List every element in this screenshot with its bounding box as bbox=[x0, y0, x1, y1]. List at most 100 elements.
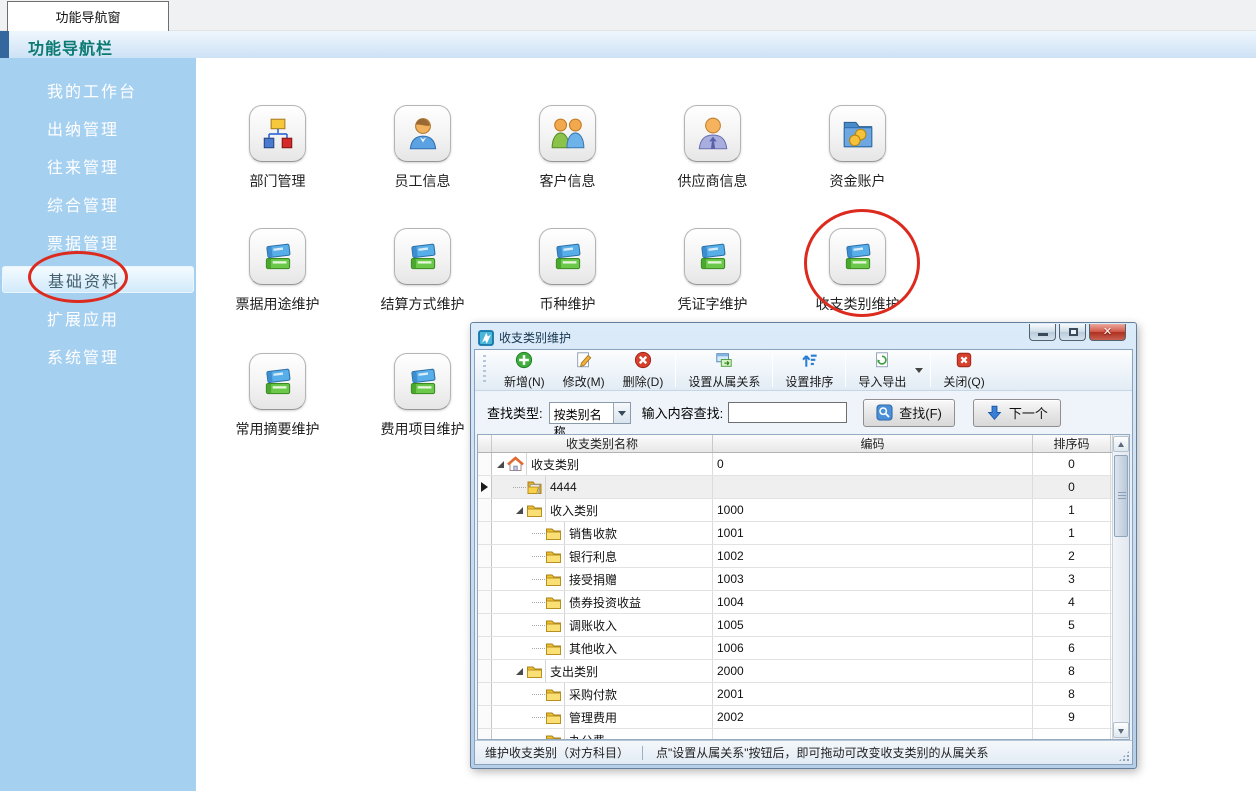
category-name-text: 管理费用 bbox=[564, 706, 712, 728]
home-icon bbox=[507, 456, 524, 473]
row-gutter bbox=[478, 591, 492, 613]
table-row[interactable]: 银行利息10022 bbox=[478, 545, 1112, 568]
sidebar-item-contacts-management[interactable]: 往来管理 bbox=[2, 152, 194, 179]
set-relation-button[interactable]: 设置从属关系 bbox=[679, 349, 769, 392]
person-icon bbox=[394, 105, 451, 162]
app-shortcut-supplier-info[interactable]: 供应商信息 bbox=[640, 105, 785, 191]
toolbar-button-label: 修改(M) bbox=[563, 373, 605, 390]
current-row-marker-icon bbox=[481, 482, 488, 492]
books-icon bbox=[249, 228, 306, 285]
sidebar-item-extended-apps[interactable]: 扩展应用 bbox=[2, 304, 194, 331]
next-button-label: 下一个 bbox=[1009, 403, 1048, 422]
code-cell: 1005 bbox=[713, 614, 1033, 636]
grid-rows: 收支类别0044440收入类别10001销售收款10011银行利息10022接受… bbox=[478, 453, 1112, 739]
sort-code-cell bbox=[1033, 729, 1111, 739]
toolbar-grip[interactable] bbox=[483, 355, 486, 385]
minimize-button[interactable] bbox=[1029, 324, 1056, 341]
window-controls: ✕ bbox=[1029, 324, 1126, 341]
row-gutter bbox=[478, 568, 492, 590]
app-shortcut-capital-account[interactable]: 资金账户 bbox=[785, 105, 930, 191]
category-name-cell: 管理费用 bbox=[492, 706, 713, 728]
app-shortcut-settlement-method-maintenance[interactable]: 结算方式维护 bbox=[350, 228, 495, 314]
resize-grip[interactable] bbox=[1119, 751, 1129, 761]
sidebar-item-system-management[interactable]: 系统管理 bbox=[2, 342, 194, 369]
folder-icon bbox=[526, 663, 543, 680]
table-row[interactable]: 接受捐赠10033 bbox=[478, 568, 1112, 591]
scroll-up-button[interactable] bbox=[1113, 436, 1129, 452]
app-shortcut-bill-usage-maintenance[interactable]: 票据用途维护 bbox=[205, 228, 350, 314]
dropdown-arrow-icon[interactable] bbox=[915, 368, 923, 373]
app-shortcut-customer-info[interactable]: 客户信息 bbox=[495, 105, 640, 191]
next-button[interactable]: 下一个 bbox=[973, 399, 1061, 427]
app-shortcut-common-summary-maintenance[interactable]: 常用摘要维护 bbox=[205, 353, 350, 439]
close-window-button[interactable]: ✕ bbox=[1089, 324, 1126, 341]
category-name-cell: 4444 bbox=[492, 476, 713, 498]
category-name-cell: 其他收入 bbox=[492, 637, 713, 659]
down-arrow-icon bbox=[986, 404, 1003, 421]
sidebar-item-comprehensive-management[interactable]: 综合管理 bbox=[2, 190, 194, 217]
row-gutter bbox=[478, 453, 492, 475]
close-button[interactable]: 关闭(Q) bbox=[934, 349, 993, 392]
org-chart-icon bbox=[249, 105, 306, 162]
maximize-button[interactable] bbox=[1059, 324, 1086, 341]
combo-dropdown-button[interactable] bbox=[613, 403, 630, 423]
grid-column-header[interactable]: 收支类别名称 bbox=[492, 435, 713, 452]
table-row[interactable]: 支出类别20008 bbox=[478, 660, 1112, 683]
table-row[interactable]: 办公费 bbox=[478, 729, 1112, 739]
grid-header-gutter bbox=[478, 435, 492, 452]
table-row[interactable]: 其他收入10066 bbox=[478, 637, 1112, 660]
search-input[interactable] bbox=[728, 402, 847, 423]
table-row[interactable]: 销售收款10011 bbox=[478, 522, 1112, 545]
category-name-text: 接受捐赠 bbox=[564, 568, 712, 590]
table-row[interactable]: 调账收入10055 bbox=[478, 614, 1112, 637]
tab-function-nav-window[interactable]: 功能导航窗 bbox=[7, 1, 169, 31]
delete-button[interactable]: 删除(D) bbox=[614, 349, 673, 392]
tree-expander-icon[interactable] bbox=[494, 458, 507, 471]
app-shortcut-department-management[interactable]: 部门管理 bbox=[205, 105, 350, 191]
grid-column-header[interactable]: 排序码 bbox=[1033, 435, 1111, 452]
app-shortcut-label: 凭证字维护 bbox=[678, 294, 748, 314]
toolbar-button-label: 设置从属关系 bbox=[688, 373, 760, 390]
vertical-scrollbar[interactable] bbox=[1112, 435, 1129, 739]
grid-column-header[interactable]: 编码 bbox=[713, 435, 1033, 452]
app-shortcut-voucher-word-maintenance[interactable]: 凭证字维护 bbox=[640, 228, 785, 314]
folder-icon bbox=[545, 686, 562, 703]
table-row[interactable]: 管理费用20029 bbox=[478, 706, 1112, 729]
import-export-button[interactable]: 导入导出 bbox=[849, 349, 915, 392]
scroll-down-button[interactable] bbox=[1113, 722, 1129, 738]
set-sort-button[interactable]: 设置排序 bbox=[776, 349, 842, 392]
app-shortcut-label: 币种维护 bbox=[540, 294, 596, 314]
tree-expander-icon[interactable] bbox=[513, 504, 526, 517]
toolbar-button-label: 设置排序 bbox=[785, 373, 833, 390]
category-name-cell: 接受捐赠 bbox=[492, 568, 713, 590]
dialog-income-expense-category: 收支类别维护 ✕ 新增(N)修改(M)删除(D)设置从属关系设置排序导入导出关闭… bbox=[470, 322, 1137, 769]
row-gutter bbox=[478, 499, 492, 521]
app-shortcut-income-expense-category-maintenance[interactable]: 收支类别维护 bbox=[785, 228, 930, 314]
sidebar-item-label: 综合管理 bbox=[47, 192, 119, 216]
sidebar-item-label: 票据管理 bbox=[47, 230, 119, 254]
folder-icon bbox=[545, 525, 562, 542]
tree-expander-icon[interactable] bbox=[513, 665, 526, 678]
app-shortcut-currency-maintenance[interactable]: 币种维护 bbox=[495, 228, 640, 314]
table-row[interactable]: 44440 bbox=[478, 476, 1112, 499]
sidebar-item-cashier-management[interactable]: 出纳管理 bbox=[2, 114, 194, 141]
app-shortcut-label: 常用摘要维护 bbox=[236, 419, 320, 439]
code-cell: 1000 bbox=[713, 499, 1033, 521]
table-row[interactable]: 收支类别00 bbox=[478, 453, 1112, 476]
sidebar-item-bill-management[interactable]: 票据管理 bbox=[2, 228, 194, 255]
toolbar-separator bbox=[772, 353, 773, 387]
code-cell bbox=[713, 476, 1033, 498]
table-row[interactable]: 采购付款20018 bbox=[478, 683, 1112, 706]
table-row[interactable]: 债券投资收益10044 bbox=[478, 591, 1112, 614]
app-shortcut-employee-info[interactable]: 员工信息 bbox=[350, 105, 495, 191]
search-type-select[interactable]: 按类别名称 bbox=[549, 402, 631, 424]
category-name-cell: 调账收入 bbox=[492, 614, 713, 636]
table-row[interactable]: 收入类别10001 bbox=[478, 499, 1112, 522]
scroll-thumb[interactable] bbox=[1114, 455, 1128, 537]
app-shortcut-label: 收支类别维护 bbox=[816, 294, 900, 314]
modify-button[interactable]: 修改(M) bbox=[554, 349, 614, 392]
add-button[interactable]: 新增(N) bbox=[495, 349, 554, 392]
sidebar-item-my-workbench[interactable]: 我的工作台 bbox=[2, 76, 194, 103]
sidebar-item-basic-data[interactable]: 基础资料 bbox=[2, 266, 194, 293]
find-button[interactable]: 查找(F) bbox=[863, 399, 955, 427]
